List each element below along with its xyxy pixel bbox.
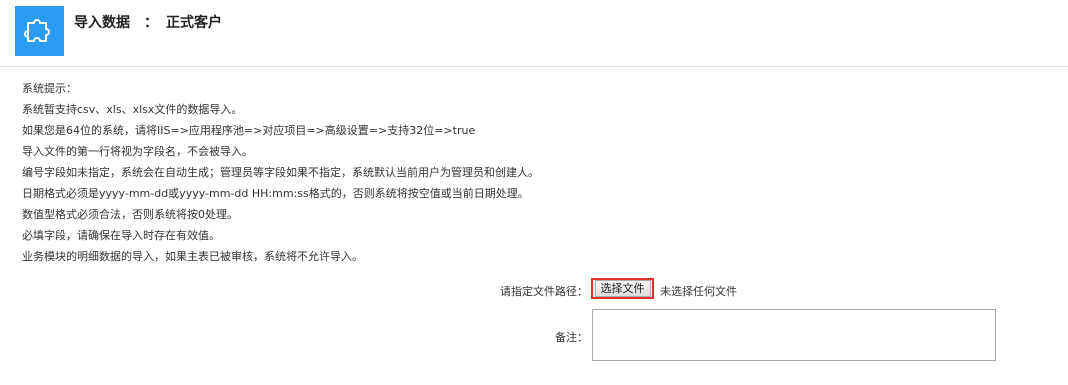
title-separator: ： — [144, 15, 158, 31]
notice-line: 必填字段，请确保在导入时存在有效值。 — [22, 229, 220, 242]
notice-line: 编号字段如未指定，系统会在自动生成；管理员等字段如果不指定，系统默认当前用户为管… — [22, 166, 539, 179]
choose-file-button-label[interactable]: 选择文件 — [594, 280, 651, 297]
file-path-row: 请指定文件路径： 选择文件 未选择任何文件 — [0, 278, 1068, 302]
notice-heading: 系统提示： — [22, 82, 77, 95]
page-subtitle: 正式客户 — [166, 15, 222, 31]
system-notice: 系统提示： 系统暂支持csv、xls、xlsx文件的数据导入。 如果您是64位的… — [22, 78, 539, 267]
page-header: 导入数据 ： 正式客户 — [0, 0, 1068, 67]
page-title: 导入数据 ： 正式客户 — [74, 12, 222, 32]
notice-line: 导入文件的第一行将视为字段名，不会被导入。 — [22, 145, 253, 158]
module-logo — [15, 6, 64, 56]
file-path-label: 请指定文件路径： — [500, 285, 588, 298]
notice-line: 日期格式必须是yyyy-mm-dd或yyyy-mm-dd HH:mm:ss格式的… — [22, 187, 529, 200]
page-title-text: 导入数据 — [74, 15, 130, 31]
remark-textarea[interactable] — [592, 309, 996, 361]
notice-line: 系统暂支持csv、xls、xlsx文件的数据导入。 — [22, 103, 243, 116]
notice-line: 业务模块的明细数据的导入，如果主表已被审核，系统将不允许导入。 — [22, 250, 363, 263]
puzzle-icon — [23, 13, 56, 49]
choose-file-button[interactable]: 选择文件 — [591, 278, 654, 299]
remark-label: 备注： — [555, 331, 588, 344]
notice-line: 数值型格式必须合法，否则系统将按0处理。 — [22, 208, 238, 221]
notice-line: 如果您是64位的系统，请将IIS=>应用程序池=>对应项目=>高级设置=>支持3… — [22, 124, 476, 137]
remark-row: 备注： — [0, 309, 1068, 363]
file-status-text: 未选择任何文件 — [660, 285, 737, 298]
